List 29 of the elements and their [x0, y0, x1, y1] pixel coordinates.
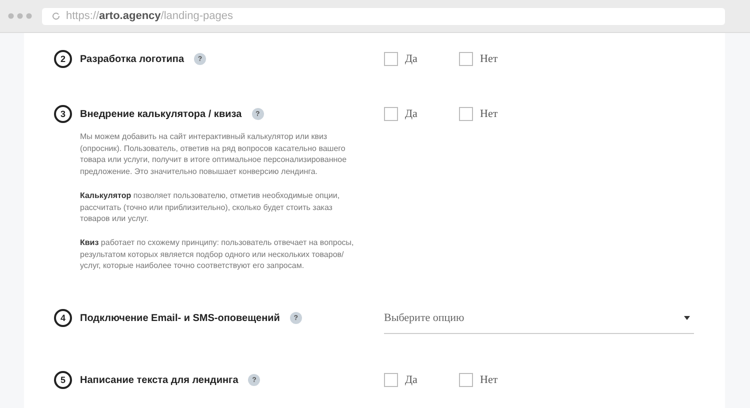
item-title: Внедрение калькулятора / квиза: [80, 108, 242, 120]
checkbox[interactable]: [384, 373, 398, 388]
caret-icon: [684, 316, 690, 320]
checkbox[interactable]: [459, 52, 473, 66]
step-number: 5: [54, 371, 72, 390]
step-number: 4: [54, 309, 72, 328]
checkbox-option[interactable]: Да: [384, 52, 459, 66]
window-dots-icon: [8, 13, 32, 19]
checkbox-option[interactable]: Да: [384, 373, 459, 388]
checkbox-option[interactable]: Нет: [459, 52, 534, 66]
checkbox[interactable]: [459, 107, 473, 121]
checkbox-option[interactable]: Да: [384, 107, 459, 121]
checkbox-option[interactable]: Нет: [459, 373, 534, 388]
url-text: https://arto.agency/landing-pages: [66, 10, 233, 22]
reload-icon: [52, 12, 60, 20]
option-select[interactable]: Выберите опцию: [384, 309, 694, 334]
checkbox[interactable]: [384, 107, 398, 121]
description-paragraph: Мы можем добавить на сайт интерактивный калькулятор или квиз (опросник). Пользователь, ответив на ряд вопросов касательно вашего товара или услуги, получит в итоге оптимальное персонализированное предложение. Это значительно повышает конверсию лендинга.: [80, 131, 348, 178]
checkbox-option[interactable]: Нет: [459, 107, 534, 121]
item-title: Подключение Email- и SMS-оповещений: [80, 312, 280, 324]
description-paragraph: Калькулятор позволяет пользователю, отметив необходимые опции, рассчитать (точно или приблизительно), сколько будет стоить заказ товаров или услуг.: [80, 190, 341, 225]
step-number: 3: [54, 105, 72, 123]
step-number: 2: [54, 50, 72, 68]
address-bar[interactable]: https://arto.agency/landing-pages: [42, 8, 725, 24]
item-title: Разработка логотипа: [80, 54, 184, 64]
checkbox[interactable]: [384, 52, 398, 66]
checkbox[interactable]: [459, 373, 473, 388]
description-paragraph: Квиз работает по схожему принципу: пользователь отвечает на вопросы, результатом которых является подбор одного или нескольких товаров/услуг, которые наиболее точно соответствуют его запросам.: [80, 236, 355, 272]
item-title: Написание текста для лендинга: [80, 374, 238, 386]
